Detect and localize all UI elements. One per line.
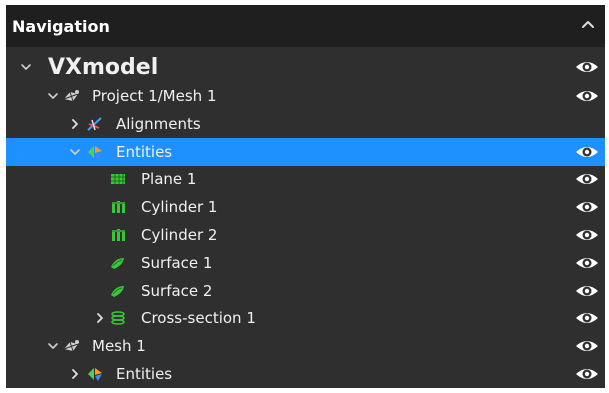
tree-item-surface-2[interactable]: Surface 2 — [6, 277, 605, 305]
tree-item-cylinder-2[interactable]: Cylinder 2 — [6, 221, 605, 249]
surface-icon — [109, 249, 127, 277]
tree-item-label: Mesh 1 — [92, 337, 146, 355]
chevron-down-icon[interactable] — [46, 82, 60, 110]
plane-icon — [109, 165, 127, 193]
tree-item-label: Surface 2 — [141, 282, 213, 300]
tree-item-label: Plane 1 — [141, 170, 197, 188]
tree-item-label: Cylinder 1 — [141, 198, 218, 216]
tree-item-label: Cross-section 1 — [141, 309, 256, 327]
tree-item-entities-2[interactable]: Entities — [6, 360, 605, 388]
tree-item-label: Surface 1 — [141, 254, 213, 272]
tree-item-cylinder-1[interactable]: Cylinder 1 — [6, 193, 605, 221]
entities-icon — [86, 138, 104, 166]
visibility-eye-icon[interactable] — [575, 87, 599, 105]
cylinder-icon — [109, 193, 127, 221]
collapse-panel-icon[interactable] — [579, 16, 597, 34]
tree-item-plane-1[interactable]: Plane 1 — [6, 165, 605, 193]
tree-item-project-mesh[interactable]: Project 1/Mesh 1 — [6, 82, 605, 110]
chevron-down-icon[interactable] — [68, 138, 82, 166]
tree-item-label: Entities — [116, 365, 173, 383]
cylinder-icon — [109, 221, 127, 249]
tree-item-alignments[interactable]: Alignments — [6, 110, 605, 138]
chevron-right-icon[interactable] — [68, 360, 82, 388]
visibility-eye-icon[interactable] — [575, 365, 599, 383]
tree-item-label: VXmodel — [48, 54, 159, 80]
visibility-eye-icon[interactable] — [575, 254, 599, 272]
surface-icon — [109, 277, 127, 305]
navigation-panel: Navigation VXmodel Project 1/Mesh 1 Alignm… — [6, 5, 605, 388]
tree-item-entities[interactable]: Entities — [6, 138, 605, 166]
alignments-icon — [86, 110, 104, 138]
visibility-eye-icon[interactable] — [575, 143, 599, 161]
visibility-eye-icon[interactable] — [575, 309, 599, 327]
mesh-icon — [62, 332, 80, 360]
visibility-eye-icon[interactable] — [575, 226, 599, 244]
tree-item-label: Alignments — [116, 115, 201, 133]
chevron-right-icon[interactable] — [93, 304, 107, 332]
mesh-icon — [62, 82, 80, 110]
panel-header: Navigation — [6, 5, 605, 47]
visibility-eye-icon[interactable] — [575, 58, 599, 76]
chevron-down-icon[interactable] — [19, 49, 33, 85]
tree-item-mesh-1[interactable]: Mesh 1 — [6, 332, 605, 360]
visibility-eye-icon[interactable] — [575, 170, 599, 188]
panel-title: Navigation — [12, 16, 110, 36]
visibility-eye-icon[interactable] — [575, 198, 599, 216]
tree-item-label: Project 1/Mesh 1 — [92, 87, 217, 105]
tree-item-surface-1[interactable]: Surface 1 — [6, 249, 605, 277]
cross-section-icon — [109, 304, 127, 332]
tree-item-label: Entities — [116, 143, 173, 161]
tree-item-vxmodel[interactable]: VXmodel — [6, 49, 605, 85]
tree-item-label: Cylinder 2 — [141, 226, 218, 244]
chevron-down-icon[interactable] — [46, 332, 60, 360]
tree-item-cross-section-1[interactable]: Cross-section 1 — [6, 304, 605, 332]
visibility-eye-icon[interactable] — [575, 282, 599, 300]
entities-icon — [86, 360, 104, 388]
visibility-eye-icon[interactable] — [575, 337, 599, 355]
chevron-right-icon[interactable] — [68, 110, 82, 138]
